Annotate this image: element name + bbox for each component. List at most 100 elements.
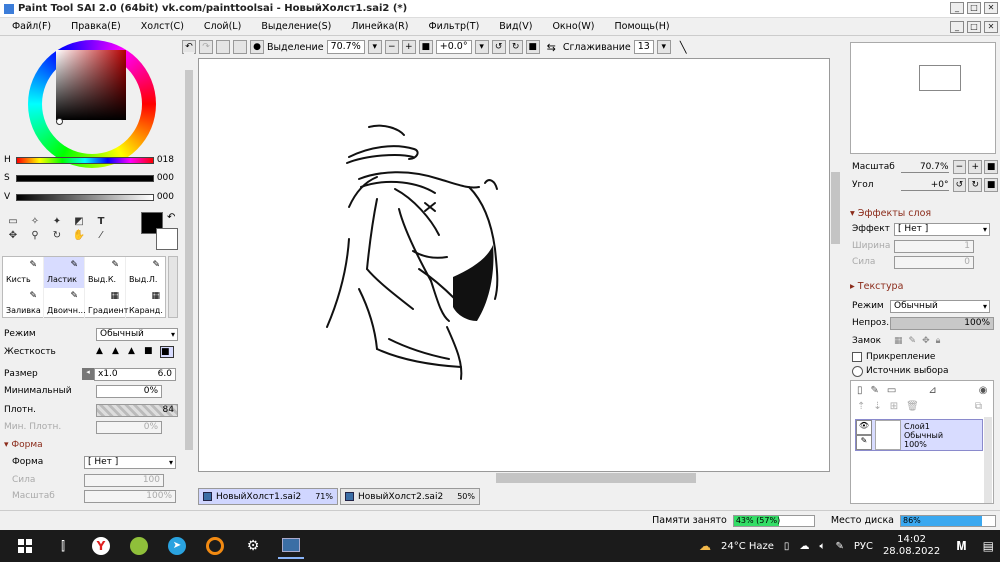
zoom-field[interactable]: 70.7%	[326, 40, 365, 54]
pen-icon[interactable]: ✎	[835, 541, 843, 552]
task-view-icon[interactable]: ⫿	[50, 533, 76, 559]
notifications-icon[interactable]: ▤	[983, 539, 994, 553]
new-layer-icon[interactable]: ▯	[857, 385, 863, 396]
lock-all-icon[interactable]: 🔒︎	[936, 336, 941, 346]
canvas[interactable]	[198, 58, 830, 472]
canvas-horizontal-scrollbar[interactable]	[198, 472, 830, 484]
doc-maximize-button[interactable]: □	[967, 21, 981, 33]
mode-select[interactable]: Обычный	[96, 327, 178, 341]
text-tool-icon[interactable]: T	[92, 216, 110, 228]
eyedropper-icon[interactable]: ⁄	[92, 230, 110, 242]
size-field[interactable]: x1.0 6.0	[94, 367, 176, 381]
hardness-4-icon[interactable]: ■	[144, 346, 158, 358]
redo-icon[interactable]: ↷	[199, 40, 213, 54]
menu-edit[interactable]: Правка(E)	[71, 21, 121, 32]
texture-section-header[interactable]: ▸ Текстура	[850, 281, 903, 292]
min-size-field[interactable]: 0%	[96, 384, 162, 398]
hardness-5-icon[interactable]: ■	[160, 346, 174, 358]
zoom-in-button[interactable]: +	[401, 40, 416, 54]
selection-source-radio[interactable]	[852, 365, 863, 377]
lasso-icon[interactable]: ✧	[26, 216, 44, 228]
zoom-tool-icon[interactable]: ⚲	[26, 230, 44, 242]
nav-rotate-right-icon[interactable]: ↻	[968, 178, 983, 192]
navigator-viewport[interactable]	[919, 65, 961, 91]
size-dropdown-icon[interactable]: ◂	[82, 368, 94, 380]
hand-icon[interactable]: ✋	[70, 230, 88, 242]
taskbar-app-icon[interactable]: 𝐌	[956, 539, 966, 554]
saturation-slider[interactable]	[16, 174, 154, 182]
recorder-app-icon[interactable]	[202, 533, 228, 559]
smoothing-dropdown-icon[interactable]: ▾	[656, 40, 671, 54]
maximize-button[interactable]: □	[967, 2, 981, 14]
battery-icon[interactable]: ▯	[784, 541, 790, 552]
left-panel-scrollbar[interactable]	[184, 52, 194, 510]
hardness-2-icon[interactable]: ▲	[112, 346, 126, 358]
telegram-icon[interactable]: ➤	[164, 533, 190, 559]
tab-doc-2[interactable]: НовыйХолст2.sai2 50%	[340, 488, 480, 505]
lock-move-icon[interactable]: ✥	[922, 336, 930, 346]
nav-zoom-reset-button[interactable]: ■	[984, 160, 999, 174]
move-up-icon[interactable]: ⇡	[857, 401, 865, 412]
menu-view[interactable]: Вид(V)	[499, 21, 532, 32]
hue-marker[interactable]	[56, 118, 63, 125]
doc-close-button[interactable]: ✕	[984, 21, 998, 33]
brush-slot-pencil[interactable]: ▦ Каранд.	[126, 288, 167, 319]
menu-layer[interactable]: Слой(L)	[204, 21, 241, 32]
navigator-preview[interactable]	[850, 42, 996, 154]
deselect-icon[interactable]	[216, 40, 230, 54]
menu-selection[interactable]: Выделение(S)	[261, 21, 331, 32]
value-slider[interactable]	[16, 193, 154, 201]
canvas-vertical-scrollbar[interactable]	[830, 58, 842, 472]
layer-ruler-icon[interactable]: ⊿	[928, 385, 936, 396]
menu-canvas[interactable]: Холст(C)	[141, 21, 184, 32]
zoom-dropdown-icon[interactable]: ▾	[367, 40, 382, 54]
paint-tool-sai-taskbar-icon[interactable]	[278, 533, 304, 559]
invert-selection-icon[interactable]	[233, 40, 247, 54]
globe-app-icon[interactable]	[126, 533, 152, 559]
brush-slot-eraser[interactable]: ✎ Ластик	[44, 257, 85, 288]
windows-start-icon[interactable]	[12, 533, 38, 559]
layer-mask-icon[interactable]: ◉	[979, 385, 988, 396]
volume-icon[interactable]: 🔈︎	[819, 541, 825, 552]
lock-transparency-icon[interactable]: ▦	[894, 336, 903, 346]
close-button[interactable]: ✕	[984, 2, 998, 14]
brush-slot-select-eraser[interactable]: ✎ Выд.Л.	[126, 257, 167, 288]
density-field[interactable]: 84	[96, 403, 178, 417]
nav-rotate-reset-button[interactable]: ■	[984, 178, 999, 192]
hue-slider[interactable]	[16, 156, 154, 164]
angle-field[interactable]: +0.0°	[435, 40, 472, 54]
brush-link-icon[interactable]: ✎	[856, 435, 872, 450]
minimize-button[interactable]: _	[950, 2, 964, 14]
hardness-1-icon[interactable]: ▲	[96, 346, 110, 358]
zoom-out-button[interactable]: −	[384, 40, 399, 54]
doc-minimize-button[interactable]: _	[950, 21, 964, 33]
show-selection-checkbox[interactable]: ●	[250, 40, 264, 54]
shape-icon[interactable]: ◩	[70, 216, 88, 228]
lock-paint-icon[interactable]: ✎	[909, 336, 917, 346]
layer-options-icon[interactable]: ⧉	[975, 401, 982, 412]
color-wheel[interactable]	[28, 40, 156, 168]
rect-select-icon[interactable]: ▭	[4, 216, 22, 228]
new-folder-icon[interactable]: ▭	[887, 385, 896, 396]
nav-scale-value[interactable]: 70.7%	[901, 162, 949, 173]
zoom-reset-button[interactable]: ■	[418, 40, 433, 54]
sv-square[interactable]	[56, 50, 126, 120]
rotate-right-icon[interactable]: ↻	[508, 40, 523, 54]
rotate-left-icon[interactable]: ↺	[491, 40, 506, 54]
tab-doc-1[interactable]: НовыйХолст1.sai2 71%	[198, 488, 338, 505]
swap-colors-icon[interactable]: ↶	[167, 212, 175, 223]
eye-icon[interactable]: 👁︎	[856, 420, 872, 435]
menu-filter[interactable]: Фильтр(T)	[428, 21, 479, 32]
move-icon[interactable]: ✥	[4, 230, 22, 242]
yandex-browser-icon[interactable]: Y	[88, 533, 114, 559]
clock[interactable]: 14:02 28.08.2022	[883, 534, 940, 558]
brush-slot-brush[interactable]: ✎ Кисть	[3, 257, 44, 288]
layer-mode-select[interactable]: Обычный	[890, 299, 990, 313]
menu-window[interactable]: Окно(W)	[552, 21, 594, 32]
clip-checkbox[interactable]	[852, 352, 862, 362]
rotate-tool-icon[interactable]: ↻	[48, 230, 66, 242]
hardness-3-icon[interactable]: ▲	[128, 346, 142, 358]
rotate-reset-button[interactable]: ■	[525, 40, 540, 54]
brush-slot-fill[interactable]: ✎ Заливка	[3, 288, 44, 319]
shape-select[interactable]: [ Нет ]	[84, 455, 176, 469]
